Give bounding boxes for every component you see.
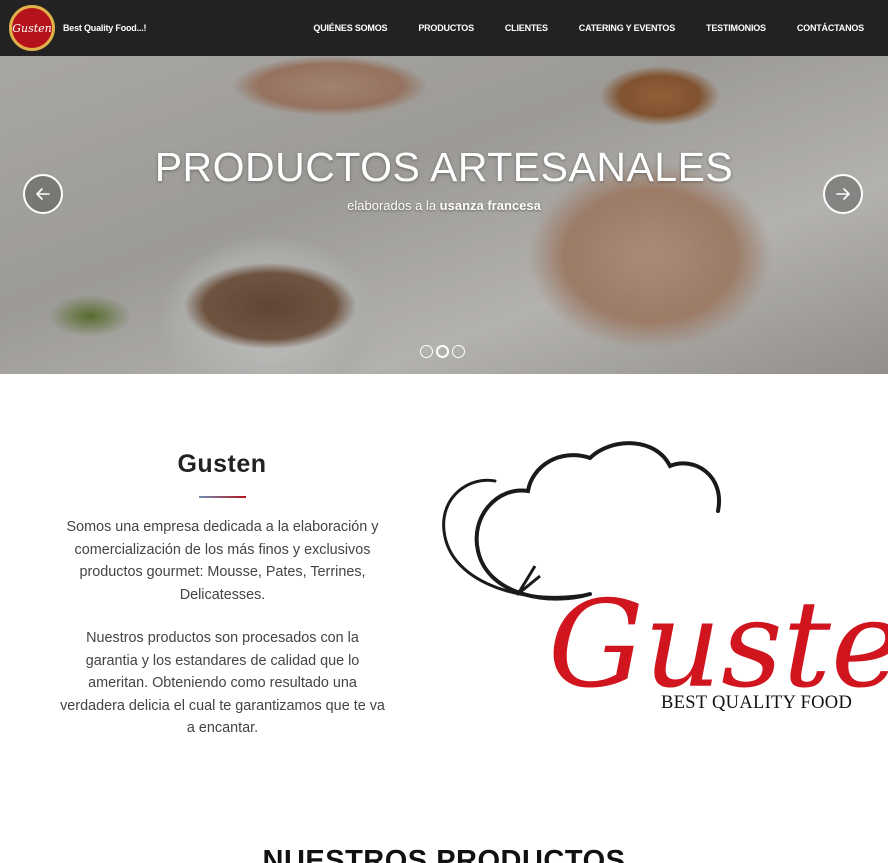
hero-title: PRODUCTOS ARTESANALES [154, 144, 734, 190]
nav-link-contactanos[interactable]: CONTÁCTANOS [797, 23, 864, 33]
nav-link-catering-eventos[interactable]: CATERING Y EVENTOS [579, 23, 675, 33]
about-paragraph-1: Somos una empresa dedicada a la elaborac… [66, 519, 379, 603]
nav-link-clientes[interactable]: CLIENTES [505, 23, 548, 33]
nav-link-quienes-somos[interactable]: QUIÉNES SOMOS [313, 23, 387, 33]
arrow-left-icon [36, 188, 50, 200]
hero-subtitle: elaborados a la usanza francesa [0, 198, 888, 213]
carousel-next-button[interactable] [823, 174, 863, 214]
nav-link-testimonios[interactable]: TESTIMONIOS [706, 23, 766, 33]
carousel-prev-button[interactable] [23, 174, 63, 214]
top-navbar: Gusten Best Quality Food...! QUIÉNES SOM… [0, 0, 888, 56]
carousel-indicators [420, 345, 468, 358]
nav-links: QUIÉNES SOMOS PRODUCTOS CLIENTES CATERIN… [282, 0, 888, 56]
logo-badge-text: Gusten [12, 21, 52, 35]
hero-image [0, 56, 888, 374]
products-section-title: NUESTROS PRODUCTOS [262, 845, 626, 863]
gusten-logo: Gusten [442, 441, 888, 715]
title-divider [199, 496, 246, 498]
logo-badge[interactable]: Gusten [9, 5, 55, 51]
hero-subtitle-text: elaborados a la [347, 198, 440, 213]
arrow-right-icon [836, 188, 850, 200]
about-title: Gusten [177, 450, 267, 478]
about-paragraph-2: Nuestros productos son procesados con la… [60, 630, 385, 736]
brand-name[interactable]: Best Quality Food...! [63, 23, 147, 33]
nav-link-productos[interactable]: PRODUCTOS [418, 23, 474, 33]
hero-carousel: PRODUCTOS ARTESANALES elaborados a la us… [0, 56, 888, 374]
carousel-dot-3[interactable] [452, 345, 465, 358]
carousel-dot-2[interactable] [436, 345, 449, 358]
carousel-dot-1[interactable] [420, 345, 433, 358]
brand[interactable]: Gusten Best Quality Food...! [9, 5, 147, 51]
logo-tagline: BEST QUALITY FOOD [661, 693, 853, 713]
hero-subtitle-bold: usanza francesa [439, 198, 541, 213]
